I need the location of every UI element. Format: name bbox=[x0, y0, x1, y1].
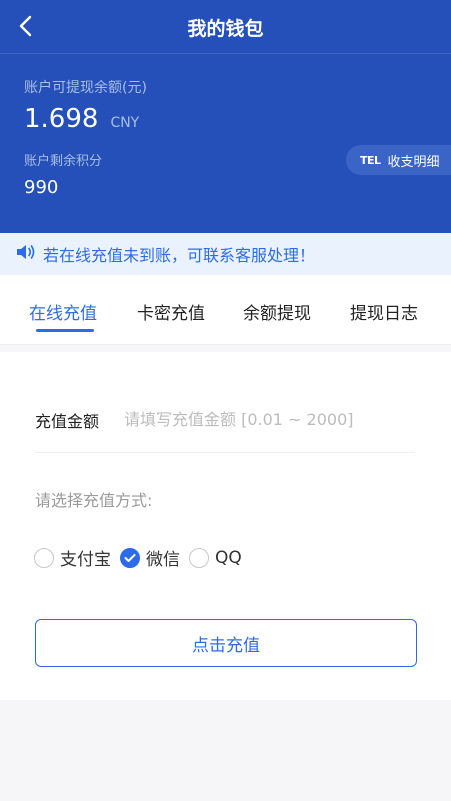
tab-online-recharge[interactable]: 在线充值 bbox=[29, 299, 97, 324]
tab-balance-withdraw[interactable]: 余额提现 bbox=[243, 299, 311, 324]
speaker-icon bbox=[15, 243, 37, 265]
tab-withdraw-log[interactable]: 提现日志 bbox=[350, 299, 418, 324]
detail-button-label: 收支明细 bbox=[387, 154, 440, 170]
tab-card-recharge[interactable]: 卡密充值 bbox=[137, 299, 205, 324]
transaction-details-button[interactable]: TEL 收支明细 bbox=[346, 145, 451, 175]
method-alipay[interactable]: 支付宝 bbox=[34, 545, 111, 570]
method-qq[interactable]: QQ bbox=[189, 547, 242, 568]
active-tab-indicator bbox=[36, 329, 94, 332]
radio-unchecked-icon[interactable] bbox=[189, 547, 209, 568]
radio-unchecked-icon[interactable] bbox=[34, 547, 54, 568]
balance-value: 1.698 bbox=[24, 104, 99, 134]
notice-text: 若在线充值未到账，可联系客服处理！ bbox=[43, 246, 316, 265]
tab-bar: 在线充值 卡密充值 余额提现 提现日志 bbox=[0, 275, 451, 345]
recharge-submit-button[interactable]: 点击充值 bbox=[35, 619, 417, 667]
method-wechat[interactable]: 微信 bbox=[120, 545, 180, 570]
balance-unit: CNY bbox=[110, 115, 140, 131]
method-qq-label: QQ bbox=[215, 547, 242, 568]
amount-label: 充值金额 bbox=[35, 412, 100, 431]
radio-checked-icon[interactable] bbox=[120, 547, 140, 568]
payment-methods: 支付宝 微信 QQ bbox=[34, 545, 251, 570]
balance-row: 1.698 CNY bbox=[24, 104, 139, 134]
amount-input[interactable] bbox=[124, 405, 414, 433]
payment-method-label: 请选择充值方式: bbox=[35, 491, 153, 510]
top-bar: 我的钱包 bbox=[0, 0, 451, 54]
recharge-form: 充值金额 请选择充值方式: 支付宝 微信 QQ 点击充值 bbox=[0, 352, 451, 700]
page-title: 我的钱包 bbox=[187, 18, 264, 40]
tel-icon: TEL bbox=[360, 153, 381, 167]
divider bbox=[35, 452, 415, 453]
points-label: 账户剩余积分 bbox=[24, 154, 103, 169]
notice-bar: 若在线充值未到账，可联系客服处理！ bbox=[0, 233, 451, 275]
method-wechat-label: 微信 bbox=[146, 550, 180, 570]
wallet-header: 我的钱包 账户可提现余额(元) 1.698 CNY 账户剩余积分 990 TEL… bbox=[0, 0, 451, 233]
withdrawable-balance-label: 账户可提现余额(元) bbox=[24, 80, 147, 96]
points-value: 990 bbox=[24, 177, 59, 198]
method-alipay-label: 支付宝 bbox=[60, 550, 111, 570]
